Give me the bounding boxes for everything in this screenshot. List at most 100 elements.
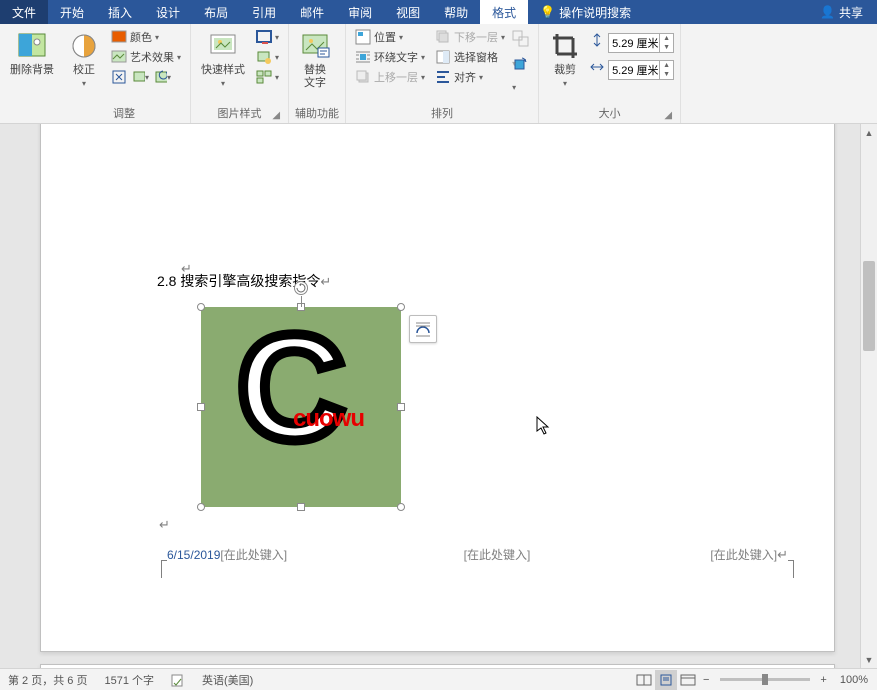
change-picture-icon[interactable]: ▾ bbox=[133, 69, 149, 85]
picture-layout-icon bbox=[256, 69, 272, 85]
footer-placeholder-center[interactable]: [在此处键入] bbox=[464, 546, 531, 563]
resize-handle-nw[interactable] bbox=[197, 303, 205, 311]
compress-picture-icon[interactable] bbox=[111, 69, 127, 85]
crop-icon bbox=[549, 30, 581, 62]
picture-border-button[interactable]: ▾ bbox=[253, 28, 282, 46]
width-spin-up[interactable]: ▲ bbox=[660, 61, 673, 70]
tab-home[interactable]: 开始 bbox=[48, 0, 96, 24]
tab-design[interactable]: 设计 bbox=[144, 0, 192, 24]
tab-review[interactable]: 审阅 bbox=[336, 0, 384, 24]
bring-forward-icon bbox=[355, 69, 371, 85]
resize-handle-w[interactable] bbox=[197, 403, 205, 411]
zoom-level[interactable]: 100% bbox=[832, 674, 877, 686]
height-spin-up[interactable]: ▲ bbox=[660, 34, 673, 43]
lightbulb-icon: 💡 bbox=[540, 5, 555, 19]
resize-handle-ne[interactable] bbox=[397, 303, 405, 311]
footer-placeholder-right[interactable]: [在此处键入] bbox=[710, 548, 777, 562]
scroll-down-button[interactable]: ▼ bbox=[861, 651, 877, 668]
align-icon bbox=[435, 69, 451, 85]
status-proofing[interactable] bbox=[163, 673, 194, 687]
height-input[interactable]: 5.29 厘米▲▼ bbox=[608, 33, 674, 53]
selection-pane-icon bbox=[435, 49, 451, 65]
remove-background-icon bbox=[16, 30, 48, 62]
document-area[interactable]: ↵ 2.8 搜索引擎高级搜索指令↵ ↵ C cuowu bbox=[0, 124, 860, 668]
tab-references[interactable]: 引用 bbox=[240, 0, 288, 24]
ribbon: 删除背景 校正▾ 颜色 ▾ 艺术效果 ▾ bbox=[0, 24, 877, 124]
color-icon bbox=[111, 29, 127, 45]
zoom-slider-thumb[interactable] bbox=[762, 674, 768, 685]
status-page[interactable]: 第 2 页，共 6 页 bbox=[0, 672, 96, 688]
zoom-out-button[interactable]: − bbox=[699, 674, 714, 686]
height-icon bbox=[589, 32, 605, 53]
view-print-layout[interactable] bbox=[655, 670, 677, 690]
crop-button[interactable]: 裁剪▾ bbox=[545, 28, 585, 92]
corrections-button[interactable]: 校正▾ bbox=[64, 28, 104, 92]
picture-styles-launcher[interactable]: ◢ bbox=[272, 110, 280, 121]
arrange-group-label: 排列 bbox=[352, 105, 532, 123]
send-backward-icon bbox=[435, 29, 451, 45]
alt-text-button[interactable]: 替换文字 bbox=[295, 28, 335, 92]
picture-layout-button[interactable]: ▾ bbox=[253, 68, 282, 86]
group-button[interactable]: ▾ bbox=[512, 30, 532, 50]
vertical-scrollbar[interactable]: ▲ ▼ bbox=[860, 124, 877, 668]
share-icon: 👤 bbox=[820, 5, 835, 19]
picture-border-icon bbox=[256, 29, 272, 45]
width-input[interactable]: 5.29 厘米▲▼ bbox=[608, 60, 674, 80]
proofing-icon bbox=[171, 673, 185, 687]
tab-view[interactable]: 视图 bbox=[384, 0, 432, 24]
tab-layout[interactable]: 布局 bbox=[192, 0, 240, 24]
size-group-label: 大小◢ bbox=[545, 105, 674, 123]
color-button[interactable]: 颜色 ▾ bbox=[108, 28, 184, 46]
tab-insert[interactable]: 插入 bbox=[96, 0, 144, 24]
wrap-text-button[interactable]: 环绕文字 ▾ bbox=[352, 48, 428, 66]
picture-effects-button[interactable]: ▾ bbox=[253, 48, 282, 66]
layout-options-button[interactable] bbox=[409, 315, 437, 343]
zoom-slider[interactable] bbox=[720, 678, 810, 681]
bring-forward-button[interactable]: 上移一层 ▾ bbox=[352, 68, 428, 86]
align-button[interactable]: 对齐 ▾ bbox=[432, 68, 508, 86]
reset-picture-icon[interactable]: ▾ bbox=[155, 69, 171, 85]
tab-file[interactable]: 文件 bbox=[0, 0, 48, 24]
remove-background-button[interactable]: 删除背景 bbox=[6, 28, 58, 79]
footer-date: 6/15/2019 bbox=[167, 548, 220, 562]
tab-tell-me[interactable]: 💡操作说明搜索 bbox=[528, 0, 643, 24]
resize-handle-se[interactable] bbox=[397, 503, 405, 511]
resize-handle-e[interactable] bbox=[397, 403, 405, 411]
picture-styles-group-label: 图片样式◢ bbox=[197, 105, 282, 123]
height-spin-down[interactable]: ▼ bbox=[660, 43, 673, 52]
status-bar: 第 2 页，共 6 页 1571 个字 英语(美国) − + 100% bbox=[0, 668, 877, 690]
width-spin-down[interactable]: ▼ bbox=[660, 70, 673, 79]
zoom-in-button[interactable]: + bbox=[816, 674, 831, 686]
tab-help[interactable]: 帮助 bbox=[432, 0, 480, 24]
width-icon bbox=[589, 59, 605, 80]
quick-styles-button[interactable]: 快速样式▾ bbox=[197, 28, 249, 92]
send-backward-button[interactable]: 下移一层 ▾ bbox=[432, 28, 508, 46]
corrections-icon bbox=[68, 30, 100, 62]
position-button[interactable]: 位置 ▾ bbox=[352, 28, 428, 46]
view-read-mode[interactable] bbox=[633, 670, 655, 690]
share-button[interactable]: 👤共享 bbox=[806, 4, 877, 21]
picture-content: C cuowu bbox=[201, 307, 401, 507]
tab-format[interactable]: 格式 bbox=[480, 0, 528, 24]
scroll-thumb[interactable] bbox=[863, 261, 875, 351]
footer-placeholder-left[interactable]: [在此处键入] bbox=[220, 548, 287, 562]
artistic-effects-button[interactable]: 艺术效果 ▾ bbox=[108, 48, 184, 66]
resize-handle-s[interactable] bbox=[297, 503, 305, 511]
picture-effects-icon bbox=[256, 49, 272, 65]
page-1: ↵ 2.8 搜索引擎高级搜索指令↵ ↵ C cuowu bbox=[40, 124, 835, 652]
view-web-layout[interactable] bbox=[677, 670, 699, 690]
selection-pane-button[interactable]: 选择窗格 bbox=[432, 48, 508, 66]
selected-picture[interactable]: C cuowu bbox=[201, 307, 401, 507]
adjust-group-label: 调整 bbox=[64, 105, 184, 123]
size-launcher[interactable]: ◢ bbox=[664, 110, 672, 121]
page-footer: 6/15/2019[在此处键入] [在此处键入] [在此处键入]↵ bbox=[161, 552, 794, 582]
scroll-up-button[interactable]: ▲ bbox=[861, 124, 877, 141]
rotate-handle[interactable] bbox=[294, 281, 308, 295]
status-language[interactable]: 英语(美国) bbox=[194, 672, 262, 688]
wrap-text-icon bbox=[355, 49, 371, 65]
status-word-count[interactable]: 1571 个字 bbox=[96, 672, 163, 688]
accessibility-group-label: 辅助功能 bbox=[295, 105, 339, 123]
position-icon bbox=[355, 29, 371, 45]
tab-mailings[interactable]: 邮件 bbox=[288, 0, 336, 24]
resize-handle-sw[interactable] bbox=[197, 503, 205, 511]
